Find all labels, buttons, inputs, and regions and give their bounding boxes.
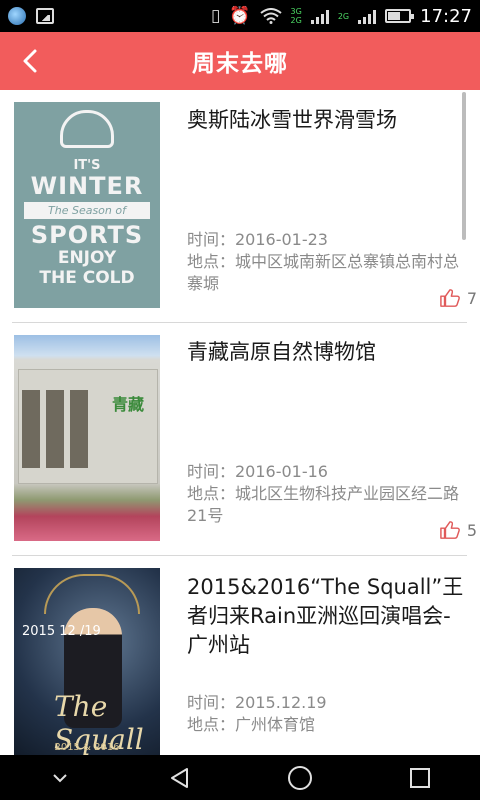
building-sign: 青藏 bbox=[112, 395, 145, 414]
thumbs-up-icon bbox=[439, 521, 460, 539]
network-2-label: 2G bbox=[337, 11, 350, 21]
event-location: 地点：广州体育馆 bbox=[187, 715, 316, 734]
thumbnail-text: THE COLD bbox=[39, 268, 135, 288]
vibrate-icon: ▯ bbox=[211, 5, 221, 26]
nav-home-button[interactable] bbox=[270, 758, 330, 798]
like-count: 7 bbox=[466, 288, 477, 308]
thumbnail-text: ENJOY bbox=[57, 248, 117, 268]
thumbnail-text: SPORTS bbox=[30, 221, 144, 249]
event-title: 奥斯陆冰雪世界滑雪场 bbox=[187, 108, 397, 132]
alarm-icon: ⏰ bbox=[229, 5, 251, 26]
building-window bbox=[22, 390, 40, 468]
event-list[interactable]: IT'S WINTER The Season of SPORTS ENJOY T… bbox=[0, 90, 480, 755]
thumbs-up-icon bbox=[439, 289, 460, 307]
collapse-button[interactable] bbox=[30, 758, 90, 798]
building-window bbox=[46, 390, 64, 468]
event-time: 时间：2015.12.19 bbox=[187, 693, 327, 712]
home-circle-icon bbox=[288, 765, 312, 790]
gallery-icon bbox=[36, 8, 54, 24]
event-time: 时间：2016-01-16 bbox=[187, 462, 328, 481]
event-thumbnail: IT'S WINTER The Season of SPORTS ENJOY T… bbox=[14, 102, 160, 308]
event-location: 地点：城中区城南新区总寨镇总南村总寨塬 bbox=[187, 252, 460, 293]
building-window bbox=[70, 390, 88, 468]
system-nav-bar bbox=[0, 755, 480, 800]
clock: 17:27 bbox=[420, 5, 472, 27]
battery-icon bbox=[385, 9, 415, 23]
battery-fill bbox=[388, 12, 401, 20]
list-item[interactable]: 2015 12 /19 The Squall 2015 & 2016 2015&… bbox=[12, 556, 467, 755]
thumbnail-text: WINTER bbox=[30, 172, 144, 200]
recents-square-icon bbox=[410, 767, 430, 788]
network-type-2: 2G bbox=[338, 12, 349, 21]
event-thumbnail: 2015 12 /19 The Squall 2015 & 2016 bbox=[14, 568, 160, 755]
event-location: 地点：城北区生物科技产业园区经二路21号 bbox=[187, 484, 460, 525]
back-button[interactable] bbox=[14, 44, 46, 78]
list-item[interactable]: IT'S WINTER The Season of SPORTS ENJOY T… bbox=[12, 90, 477, 322]
page-title: 周末去哪 bbox=[192, 51, 288, 77]
list-item[interactable]: 青藏 青藏高原自然博物馆 时间：2016-01-16 地点：城北区生物科技产业园… bbox=[12, 323, 477, 555]
thumbnail-text: The Season of bbox=[24, 202, 150, 219]
like-button[interactable]: 7 bbox=[439, 288, 477, 308]
app-icon bbox=[8, 7, 26, 25]
nav-back-button[interactable] bbox=[150, 758, 210, 798]
signal-icon-2 bbox=[358, 8, 377, 24]
chevron-left-icon bbox=[23, 49, 37, 73]
app-header: 周末去哪 bbox=[0, 32, 480, 90]
status-bar: ▯ ⏰ 3G 2G 2G 17:27 bbox=[0, 0, 480, 32]
thumbnail-text: 2015 & 2016 bbox=[54, 742, 120, 753]
back-triangle-icon bbox=[171, 767, 188, 788]
event-time: 时间：2016-01-23 bbox=[187, 230, 328, 249]
like-button[interactable]: 5 bbox=[439, 520, 477, 540]
event-title: 2015&2016“The Squall”王者归来Rain亚洲巡回演唱会-广州站 bbox=[187, 575, 464, 657]
thumbnail-text: IT'S bbox=[73, 158, 101, 173]
thumbnail-text: 2015 12 /19 bbox=[22, 624, 101, 639]
nav-recents-button[interactable] bbox=[390, 758, 450, 798]
network-bottom-label: 2G bbox=[290, 16, 302, 25]
event-title: 青藏高原自然博物馆 bbox=[187, 340, 376, 364]
wifi-icon bbox=[259, 8, 282, 24]
event-thumbnail: 青藏 bbox=[14, 335, 160, 541]
beanie-icon bbox=[60, 110, 114, 148]
network-top-label: 3G bbox=[290, 7, 302, 16]
signal-icon bbox=[310, 8, 329, 24]
collapse-icon bbox=[53, 773, 67, 782]
like-count: 5 bbox=[466, 520, 477, 540]
network-type: 3G 2G bbox=[291, 7, 302, 25]
